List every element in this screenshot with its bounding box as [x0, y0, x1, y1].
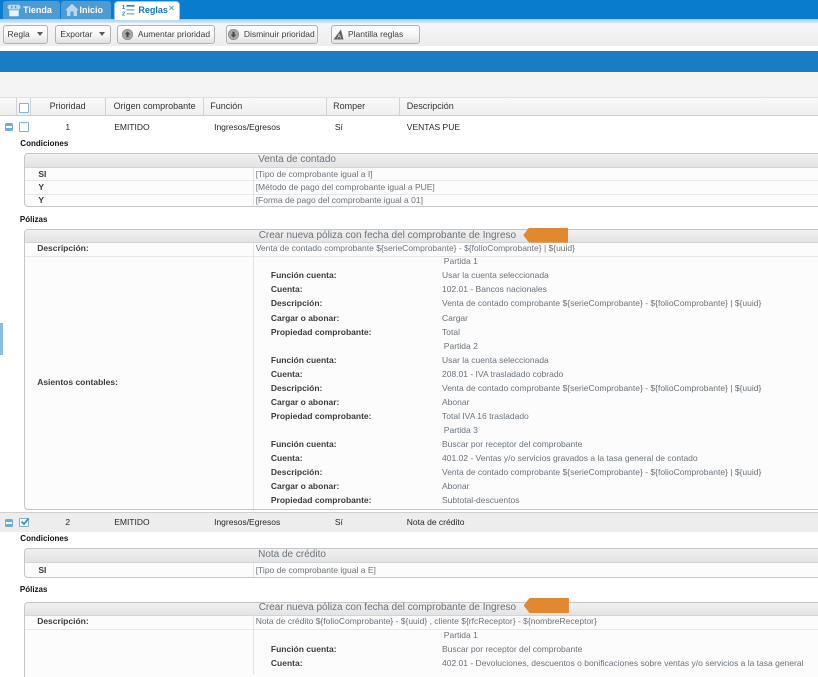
svg-text:2: 2	[122, 12, 125, 17]
svg-text:1: 1	[122, 5, 125, 11]
svg-text:A: A	[337, 34, 341, 40]
